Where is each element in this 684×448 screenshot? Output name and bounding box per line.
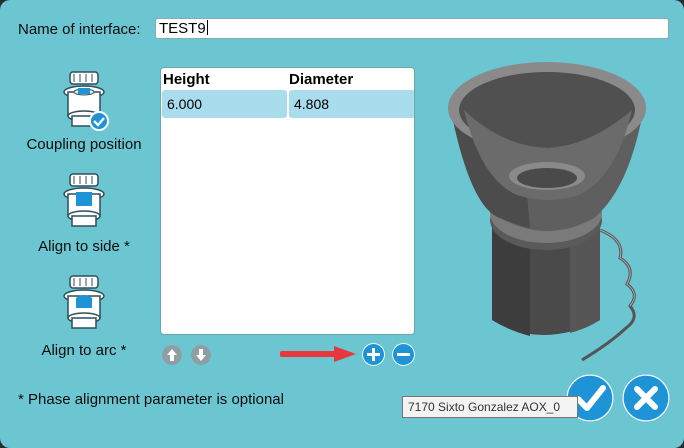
height-cell[interactable]: 6.000	[162, 90, 287, 118]
table-row[interactable]: 6.000 4.808	[162, 90, 414, 118]
annotation-arrow-icon	[280, 346, 356, 362]
diameter-cell[interactable]: 4.808	[289, 90, 414, 118]
align-to-side-icon	[63, 173, 105, 227]
model-preview	[448, 62, 646, 362]
name-of-interface-label: Name of interface:	[18, 21, 141, 38]
mode-label: Align to side *	[38, 238, 130, 255]
plus-icon[interactable]	[362, 343, 385, 366]
mode-label: Coupling position	[26, 136, 142, 153]
name-input-value: TEST9	[159, 20, 206, 37]
align-to-arc-icon	[63, 275, 105, 329]
interface-dialog: Name of interface: TEST9 Coupling positi…	[0, 0, 684, 448]
text-caret	[206, 20, 208, 35]
close-icon[interactable]	[622, 374, 670, 422]
mode-align-to-arc[interactable]: Align to arc *	[14, 272, 154, 359]
dimensions-table: Height Diameter 6.000 4.808	[160, 67, 415, 335]
minus-icon[interactable]	[392, 343, 415, 366]
arrow-down-icon[interactable]	[191, 345, 211, 365]
column-header-height: Height	[163, 71, 210, 88]
tooltip: 7170 Sixto Gonzalez AOX_0	[402, 396, 578, 418]
column-header-diameter: Diameter	[289, 71, 354, 88]
mode-label: Align to arc *	[41, 342, 127, 359]
mode-coupling-position[interactable]: Coupling position	[14, 66, 154, 153]
name-of-interface-input[interactable]: TEST9	[155, 18, 669, 39]
optional-parameter-note: * Phase alignment parameter is optional	[18, 391, 284, 408]
mode-align-to-side[interactable]: Align to side *	[14, 170, 154, 255]
coupling-position-icon	[63, 71, 109, 131]
arrow-up-icon[interactable]	[162, 345, 182, 365]
